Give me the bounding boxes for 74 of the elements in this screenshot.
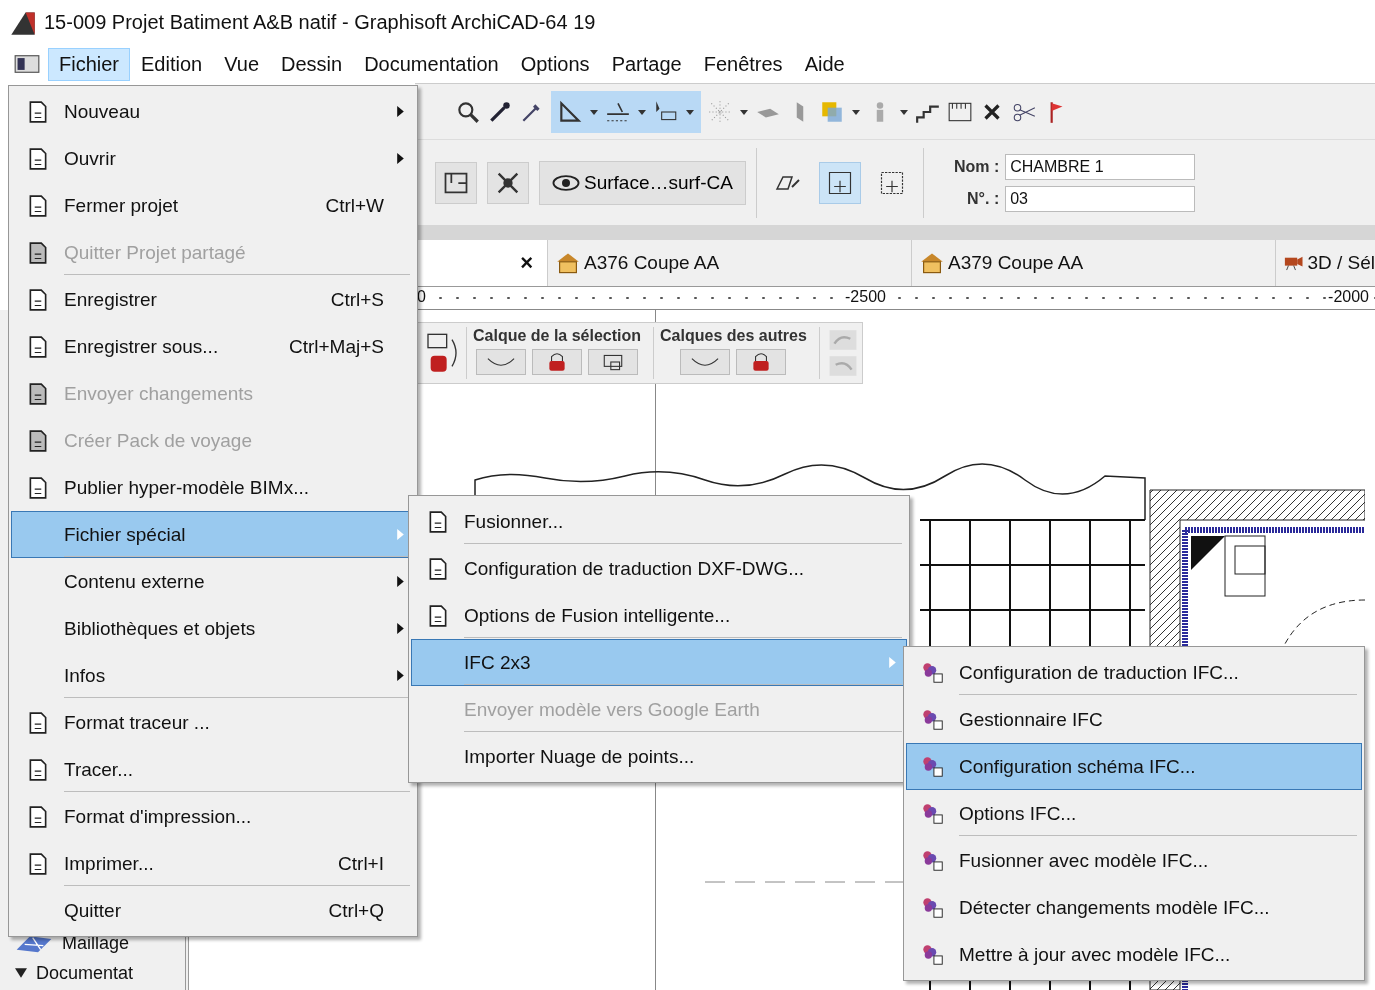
- pick-up-icon[interactable]: [487, 161, 529, 204]
- ifc-cluster-icon: [921, 660, 945, 685]
- shortcut-text: Ctrl+Maj+S: [288, 335, 384, 358]
- shortcut-text: Ctrl+Q: [328, 899, 384, 922]
- name-label: Nom :: [953, 157, 1000, 176]
- layer-group-label: Calques des autres: [660, 327, 807, 345]
- menu-bar-item[interactable]: Aide: [793, 47, 856, 81]
- submenu-arrow-icon: [397, 576, 404, 587]
- view-tab[interactable]: 3D / Sél: [1275, 240, 1375, 286]
- ifc-cluster-icon: [921, 895, 945, 920]
- sidebar-group[interactable]: Documentat: [0, 958, 185, 988]
- surface-button[interactable]: Surface…surf-CA: [539, 160, 746, 205]
- shortcut-text: Ctrl+I: [338, 852, 384, 875]
- ifc-cluster-icon: [921, 707, 945, 732]
- ifc-cluster-icon: [921, 848, 945, 873]
- sink-drawing: [1224, 535, 1266, 597]
- menu-bar-item[interactable]: Documentation: [353, 47, 510, 81]
- menu-bar-item[interactable]: Partage: [600, 47, 693, 81]
- window-title: 15-009 Projet Batiment A&B natif - Graphisoft ArchiCAD-64 19: [44, 11, 596, 34]
- menu-bar-item[interactable]: Fenêtres: [692, 47, 794, 81]
- layer-group-label: Calque de la sélection: [473, 327, 642, 345]
- menu-item[interactable]: Enregistrer Ctrl+S: [11, 276, 415, 323]
- menu-bar-item[interactable]: Vue: [213, 47, 270, 81]
- shortcut-text: Ctrl+S: [330, 288, 384, 311]
- corner-fill: [1191, 536, 1225, 570]
- menu-bar-item[interactable]: Fichier: [48, 47, 130, 81]
- menu-item[interactable]: IFC 2x3: [411, 639, 907, 686]
- submenu-arrow-icon: [889, 657, 896, 668]
- layer-visibility-button[interactable]: [476, 349, 527, 375]
- ifc-cluster-icon: [921, 801, 945, 826]
- view-tab[interactable]: A376 Coupe AA: [547, 240, 911, 286]
- menu-item[interactable]: Format d'impression...: [11, 793, 415, 840]
- menu-item[interactable]: Détecter changements modèle IFC...: [906, 884, 1362, 931]
- number-label: N°. :: [966, 189, 1000, 208]
- view-tab[interactable]: A379 Coupe AA: [911, 240, 1275, 286]
- menu-item[interactable]: Configuration de traduction IFC...: [906, 649, 1362, 696]
- submenu-arrow-icon: [397, 106, 404, 117]
- unlock-button[interactable]: [588, 349, 639, 375]
- house-icon: [556, 252, 580, 274]
- submenu-arrow-icon: [397, 153, 404, 164]
- menu-item[interactable]: Enregistrer sous... Ctrl+Maj+S: [11, 323, 415, 370]
- menu-item[interactable]: Nouveau: [11, 88, 415, 135]
- floor-plan-icon[interactable]: [435, 161, 477, 204]
- name-field[interactable]: CHAMBRE 1: [1005, 153, 1196, 180]
- ifc-cluster-icon: [921, 754, 945, 779]
- menu-item[interactable]: Fusionner avec modèle IFC...: [906, 837, 1362, 884]
- lock-button[interactable]: [532, 349, 583, 375]
- menu-item[interactable]: Options de Fusion intelligente...: [411, 592, 907, 639]
- ifc-cluster-icon: [921, 942, 945, 967]
- submenu-arrow-icon: [397, 529, 404, 540]
- dimension-frame-icon[interactable]: [818, 161, 861, 204]
- menu-bar-item[interactable]: Options: [509, 47, 601, 81]
- dot-grid-icon[interactable]: [707, 98, 733, 125]
- eye-icon: [552, 174, 580, 191]
- menu-item[interactable]: Fermer projet Ctrl+W: [11, 182, 415, 229]
- window-menu-icon[interactable]: [14, 54, 40, 74]
- number-field[interactable]: 03: [1005, 185, 1196, 212]
- menu-item[interactable]: Options IFC...: [906, 790, 1362, 837]
- layer-visibility-button[interactable]: [680, 349, 731, 375]
- menu-bar-item[interactable]: Edition: [130, 47, 214, 81]
- close-tab-button[interactable]: ×: [415, 240, 547, 286]
- submenu-arrow-icon: [397, 623, 404, 634]
- house-icon: [920, 252, 944, 274]
- lock-button[interactable]: [736, 349, 787, 375]
- menu-item[interactable]: Imprimer... Ctrl+I: [11, 840, 415, 887]
- menu-item[interactable]: Ouvrir: [11, 135, 415, 182]
- shortcut-text: Ctrl+W: [325, 194, 384, 217]
- collapse-triangle-icon: [14, 967, 28, 979]
- menu-item[interactable]: Configuration schéma IFC...: [906, 743, 1362, 790]
- menu-item[interactable]: Mettre à jour avec modèle IFC...: [906, 931, 1362, 978]
- menu-item[interactable]: Importer Nuage de points...: [411, 733, 907, 780]
- menu-item[interactable]: Gestionnaire IFC: [906, 696, 1362, 743]
- menu-bar-item[interactable]: Dessin: [270, 47, 354, 81]
- submenu-arrow-icon: [397, 670, 404, 681]
